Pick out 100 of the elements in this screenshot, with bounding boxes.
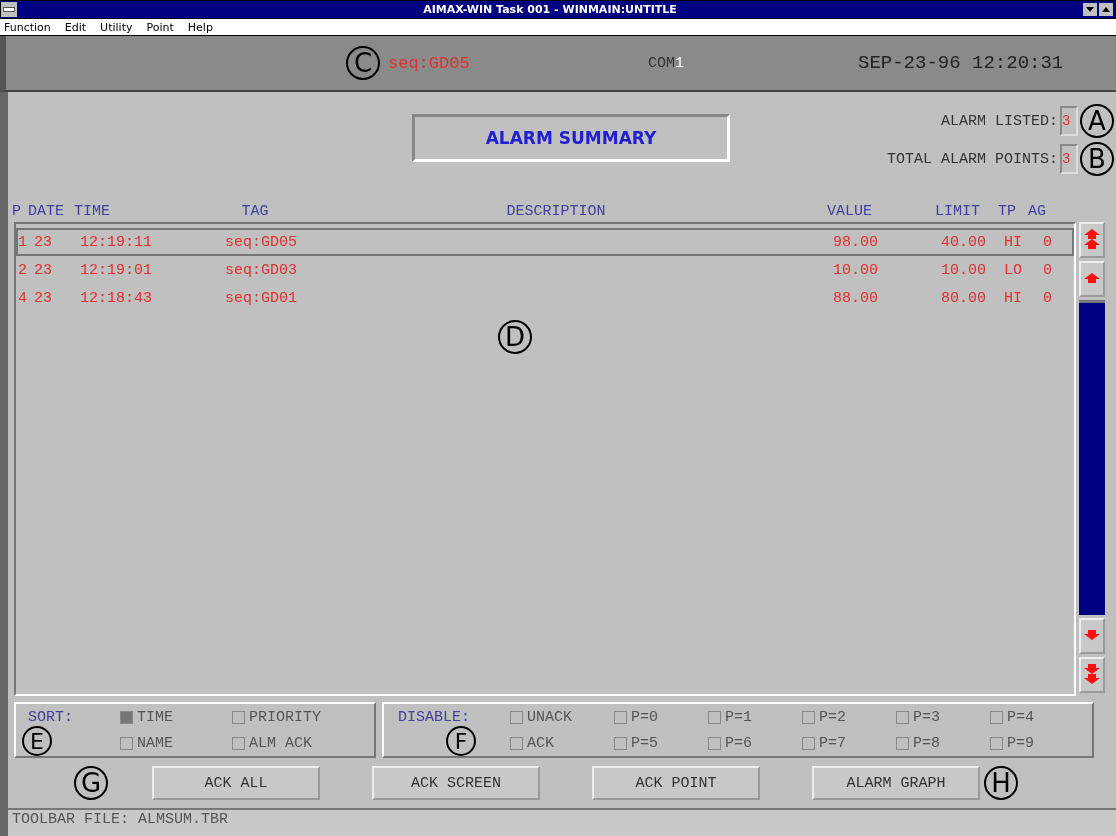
checkbox[interactable]	[990, 710, 1003, 724]
panel-label: DISABLE:	[398, 708, 471, 726]
checkbox-label: P=6	[725, 734, 752, 752]
table-cell-text: seq:GD01	[224, 289, 298, 307]
counter-label: ALARM LISTED:	[940, 112, 1058, 130]
column-header: LIMIT	[934, 202, 980, 220]
callout-marker: G	[74, 766, 108, 800]
checkbox-label: ACK	[527, 734, 554, 752]
counter-value: 3	[1060, 144, 1078, 174]
system-menu-button[interactable]	[1, 2, 17, 17]
checkbox-label: P=1	[725, 708, 752, 726]
checkbox-label: P=3	[913, 708, 940, 726]
checkbox-label: P=8	[913, 734, 940, 752]
column-header: TP	[997, 202, 1016, 220]
checkbox[interactable]	[708, 736, 721, 750]
column-header: AG	[1027, 202, 1046, 220]
callout-marker: B	[1080, 142, 1114, 176]
checkbox-label: P=9	[1007, 734, 1034, 752]
port-readout: COM1	[648, 54, 686, 72]
checkbox-label: PRIORITY	[249, 708, 321, 726]
callout-marker: H	[984, 766, 1018, 800]
checkbox[interactable]	[708, 710, 721, 724]
scroll-button[interactable]	[1079, 618, 1105, 654]
checkbox[interactable]	[896, 710, 909, 724]
scroll-button[interactable]	[1079, 657, 1105, 693]
checkbox[interactable]	[990, 736, 1003, 750]
checkbox[interactable]	[232, 736, 245, 750]
table-cell-text: 12:19:01	[80, 261, 153, 279]
counter-value: 3	[1060, 106, 1078, 136]
summary-title: ALARM SUMMARY	[412, 114, 730, 162]
table-cell-text: 0	[1042, 289, 1052, 307]
checkbox-label: P=4	[1007, 708, 1034, 726]
checkbox-label: P=2	[819, 708, 846, 726]
maximize-button[interactable]	[1099, 3, 1113, 16]
double-up-arrow-icon	[1084, 229, 1100, 251]
table-cell-text: 23	[34, 261, 53, 279]
checkbox[interactable]	[510, 736, 523, 750]
checkbox[interactable]	[120, 710, 133, 724]
date-time: SEP-23-96 12:20:31	[858, 52, 1064, 74]
action-button[interactable]: ACK ALL	[152, 766, 320, 800]
table-cell-text: 1	[18, 233, 28, 251]
menu-item[interactable]: Help	[187, 20, 213, 34]
checkbox[interactable]	[120, 736, 133, 750]
minimize-button[interactable]	[1083, 3, 1097, 16]
table-cell-text: 0	[1042, 261, 1052, 279]
up-arrow-icon	[1084, 273, 1100, 285]
callout-marker: A	[1080, 104, 1114, 138]
checkbox-label: P=7	[819, 734, 846, 752]
callout-marker: D	[498, 320, 532, 354]
table-cell-text: 10.00	[940, 261, 986, 279]
action-button[interactable]: ACK SCREEN	[372, 766, 540, 800]
table-cell-text: 2	[18, 261, 28, 279]
table-cell-text: HI	[1003, 233, 1022, 251]
table-cell-text: 23	[34, 289, 53, 307]
menu-item[interactable]: Point	[146, 20, 174, 34]
counter-label: TOTAL ALARM POINTS:	[886, 150, 1058, 168]
checkbox[interactable]	[896, 736, 909, 750]
column-header: TIME	[74, 202, 111, 220]
table-cell-text: 80.00	[940, 289, 986, 307]
table-cell-text: 23	[34, 233, 53, 251]
column-header: VALUE	[826, 202, 872, 220]
scroll-button[interactable]	[1079, 222, 1105, 258]
table-cell-text: 4	[18, 289, 28, 307]
table-cell-text: 40.00	[940, 233, 986, 251]
table-cell-text: 98.00	[832, 233, 878, 251]
table-cell-text: 12:18:43	[80, 289, 153, 307]
double-down-arrow-icon	[1084, 664, 1100, 686]
table-cell-text: HI	[1003, 289, 1022, 307]
down-arrow-icon	[1084, 630, 1100, 642]
checkbox-label: P=0	[631, 708, 658, 726]
table-cell-text: seq:GD05	[224, 233, 298, 251]
table-cell-text: LO	[1003, 261, 1022, 279]
checkbox[interactable]	[510, 710, 523, 724]
checkbox-label: TIME	[137, 708, 173, 726]
checkbox[interactable]	[232, 710, 245, 724]
checkbox-label: NAME	[137, 734, 173, 752]
checkbox[interactable]	[802, 736, 815, 750]
checkbox[interactable]	[802, 710, 815, 724]
window-title: AIMAX-WIN Task 001 - WINMAIN:UNTITLE	[422, 3, 678, 16]
table-cell-text: 12:19:11	[80, 233, 153, 251]
table-cell-text: 88.00	[832, 289, 878, 307]
action-button[interactable]: ACK POINT	[592, 766, 760, 800]
table-cell-text: 10.00	[832, 261, 878, 279]
checkbox-label: P=5	[631, 734, 658, 752]
checkbox[interactable]	[614, 710, 627, 724]
callout-marker: F	[446, 726, 476, 756]
status-bar: TOOLBAR FILE: ALMSUM.TBR	[8, 808, 1116, 836]
scrollbar-track[interactable]	[1079, 300, 1105, 615]
action-button[interactable]: ALARM GRAPH	[812, 766, 980, 800]
callout-marker: E	[22, 726, 52, 756]
menu-item[interactable]: Utility	[100, 20, 133, 34]
scroll-button[interactable]	[1079, 261, 1105, 297]
tag-readout: seq:GD05	[388, 53, 471, 73]
menu-item[interactable]: Edit	[64, 20, 87, 34]
menu-item[interactable]: Function	[4, 20, 51, 34]
checkbox-label: ALM ACK	[249, 734, 312, 752]
table-cell-text: 0	[1042, 233, 1052, 251]
column-header: DATE	[28, 202, 65, 220]
panel-label: SORT:	[28, 708, 74, 726]
checkbox[interactable]	[614, 736, 627, 750]
